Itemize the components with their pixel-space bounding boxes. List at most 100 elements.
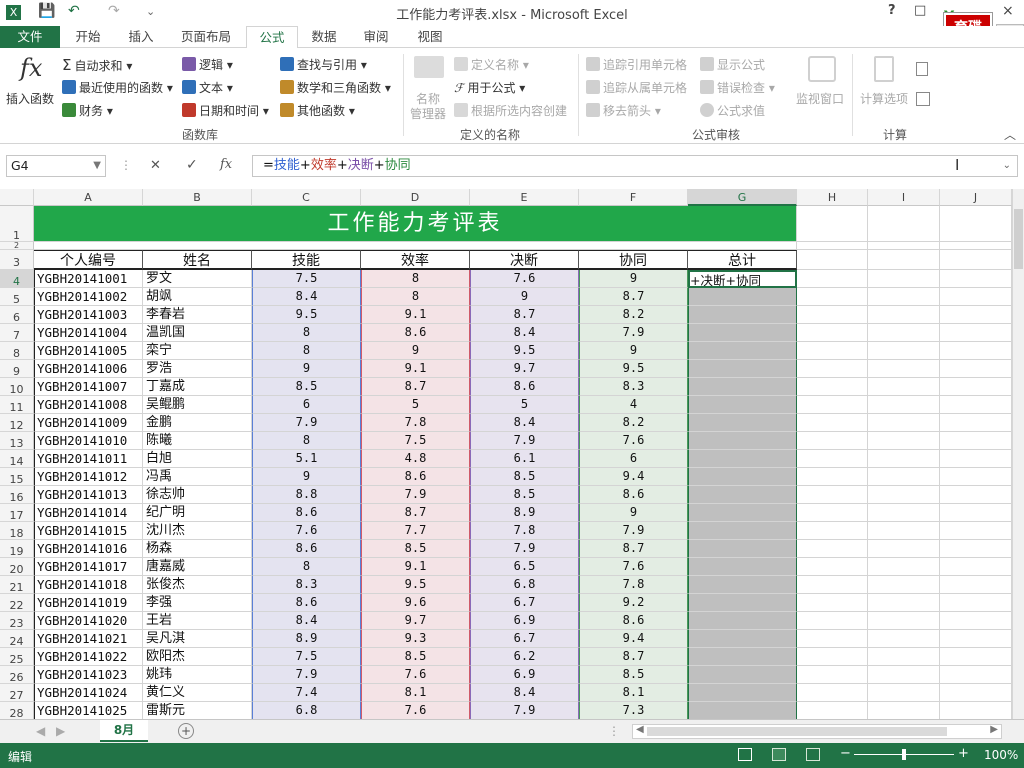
column-header-b[interactable]: B <box>143 189 252 206</box>
empty-cell[interactable] <box>797 250 868 270</box>
empty-cell[interactable] <box>868 486 940 504</box>
employee-name-cell[interactable]: 沈川杰 <box>143 522 252 540</box>
total-cell[interactable] <box>688 486 797 504</box>
scroll-tabs-left-icon[interactable]: ◀ <box>36 724 45 738</box>
decision-score-cell[interactable]: 6.7 <box>470 594 579 612</box>
row-header-13[interactable]: 13 <box>0 432 34 450</box>
total-cell[interactable] <box>688 630 797 648</box>
zoom-slider-thumb[interactable] <box>902 749 906 760</box>
empty-cell[interactable] <box>940 432 1012 450</box>
close-button[interactable]: × <box>1002 3 1014 19</box>
total-cell[interactable] <box>688 288 797 306</box>
tab-home[interactable]: 开始 <box>64 26 112 48</box>
empty-cell[interactable] <box>940 250 1012 270</box>
empty-cell[interactable] <box>868 270 940 288</box>
empty-cell[interactable] <box>797 450 868 468</box>
insert-function-bar-icon[interactable]: fx <box>220 157 232 172</box>
zoom-in-button[interactable]: + <box>958 746 969 761</box>
efficiency-score-cell[interactable]: 8.5 <box>361 648 470 666</box>
empty-cell[interactable] <box>797 504 868 522</box>
skill-score-cell[interactable]: 6.8 <box>252 702 361 719</box>
header-cell-5[interactable]: 协同 <box>579 250 688 270</box>
employee-name-cell[interactable]: 唐嘉威 <box>143 558 252 576</box>
employee-name-cell[interactable]: 王岩 <box>143 612 252 630</box>
empty-cell[interactable] <box>940 378 1012 396</box>
name-manager-label-2[interactable]: 管理器 <box>410 105 446 122</box>
employee-id-cell[interactable]: YGBH20141014 <box>34 504 143 522</box>
collab-score-cell[interactable]: 7.3 <box>579 702 688 719</box>
employee-id-cell[interactable]: YGBH20141020 <box>34 612 143 630</box>
decision-score-cell[interactable]: 8.5 <box>470 468 579 486</box>
empty-cell[interactable] <box>940 486 1012 504</box>
select-all-corner[interactable] <box>0 189 34 206</box>
empty-cell[interactable] <box>797 666 868 684</box>
decision-score-cell[interactable]: 8.5 <box>470 486 579 504</box>
help-button[interactable]: ? <box>888 3 896 18</box>
decision-score-cell[interactable]: 7.6 <box>470 270 579 288</box>
skill-score-cell[interactable]: 6 <box>252 396 361 414</box>
empty-cell[interactable] <box>940 630 1012 648</box>
employee-name-cell[interactable]: 丁嘉成 <box>143 378 252 396</box>
empty-cell[interactable] <box>868 522 940 540</box>
decision-score-cell[interactable]: 7.9 <box>470 540 579 558</box>
empty-cell[interactable] <box>797 270 868 288</box>
total-cell[interactable] <box>688 360 797 378</box>
empty-cell[interactable] <box>797 576 868 594</box>
empty-cell[interactable] <box>797 324 868 342</box>
empty-cell[interactable] <box>940 612 1012 630</box>
employee-name-cell[interactable]: 纪广明 <box>143 504 252 522</box>
collab-score-cell[interactable]: 8.2 <box>579 414 688 432</box>
total-cell[interactable] <box>688 342 797 360</box>
efficiency-score-cell[interactable]: 9.7 <box>361 612 470 630</box>
row-header-6[interactable]: 6 <box>0 306 34 324</box>
total-cell[interactable] <box>688 432 797 450</box>
row-header-27[interactable]: 27 <box>0 684 34 702</box>
empty-cell[interactable] <box>940 342 1012 360</box>
employee-name-cell[interactable]: 欧阳杰 <box>143 648 252 666</box>
decision-score-cell[interactable]: 9.7 <box>470 360 579 378</box>
total-cell[interactable] <box>688 414 797 432</box>
empty-cell[interactable] <box>868 684 940 702</box>
efficiency-score-cell[interactable]: 8 <box>361 288 470 306</box>
define-name-button[interactable]: 定义名称 ▾ <box>454 56 529 73</box>
empty-cell[interactable] <box>797 594 868 612</box>
empty-cell[interactable] <box>797 702 868 719</box>
ribbon-display-options-button[interactable]: □ <box>914 3 926 18</box>
evaluate-formula-button[interactable]: 公式求值 <box>700 102 765 119</box>
empty-cell[interactable] <box>868 540 940 558</box>
employee-id-cell[interactable]: YGBH20141021 <box>34 630 143 648</box>
page-break-view-icon[interactable] <box>806 748 820 761</box>
collab-score-cell[interactable]: 8.6 <box>579 612 688 630</box>
empty-cell[interactable] <box>940 666 1012 684</box>
tab-review[interactable]: 审阅 <box>354 26 398 48</box>
empty-cell[interactable] <box>868 504 940 522</box>
row-header-26[interactable]: 26 <box>0 666 34 684</box>
cancel-icon[interactable]: ✕ <box>150 158 161 173</box>
decision-score-cell[interactable]: 6.2 <box>470 648 579 666</box>
row-header-15[interactable]: 15 <box>0 468 34 486</box>
empty-cell[interactable] <box>797 558 868 576</box>
total-cell[interactable] <box>688 648 797 666</box>
collab-score-cell[interactable]: 8.3 <box>579 378 688 396</box>
employee-name-cell[interactable]: 金鹏 <box>143 414 252 432</box>
row-header-4[interactable]: 4 <box>0 270 34 288</box>
employee-name-cell[interactable]: 姚玮 <box>143 666 252 684</box>
employee-name-cell[interactable]: 胡飒 <box>143 288 252 306</box>
calculate-sheet-icon[interactable] <box>916 92 930 106</box>
row-header-21[interactable]: 21 <box>0 576 34 594</box>
empty-cell[interactable] <box>868 558 940 576</box>
empty-cell[interactable] <box>797 648 868 666</box>
total-cell[interactable] <box>688 504 797 522</box>
decision-score-cell[interactable]: 7.8 <box>470 522 579 540</box>
insert-function-button[interactable]: 插入函数 <box>6 90 54 107</box>
watch-window-button[interactable]: 监视窗口 <box>796 90 844 107</box>
trace-precedents-button[interactable]: 追踪引用单元格 <box>586 56 687 73</box>
collab-score-cell[interactable]: 8.7 <box>579 540 688 558</box>
empty-cell[interactable] <box>868 288 940 306</box>
calculate-now-icon[interactable] <box>916 62 928 76</box>
enter-icon[interactable]: ✓ <box>186 157 198 173</box>
employee-name-cell[interactable]: 李春岩 <box>143 306 252 324</box>
empty-cell[interactable] <box>797 414 868 432</box>
collab-score-cell[interactable]: 8.7 <box>579 288 688 306</box>
decision-score-cell[interactable]: 6.9 <box>470 666 579 684</box>
